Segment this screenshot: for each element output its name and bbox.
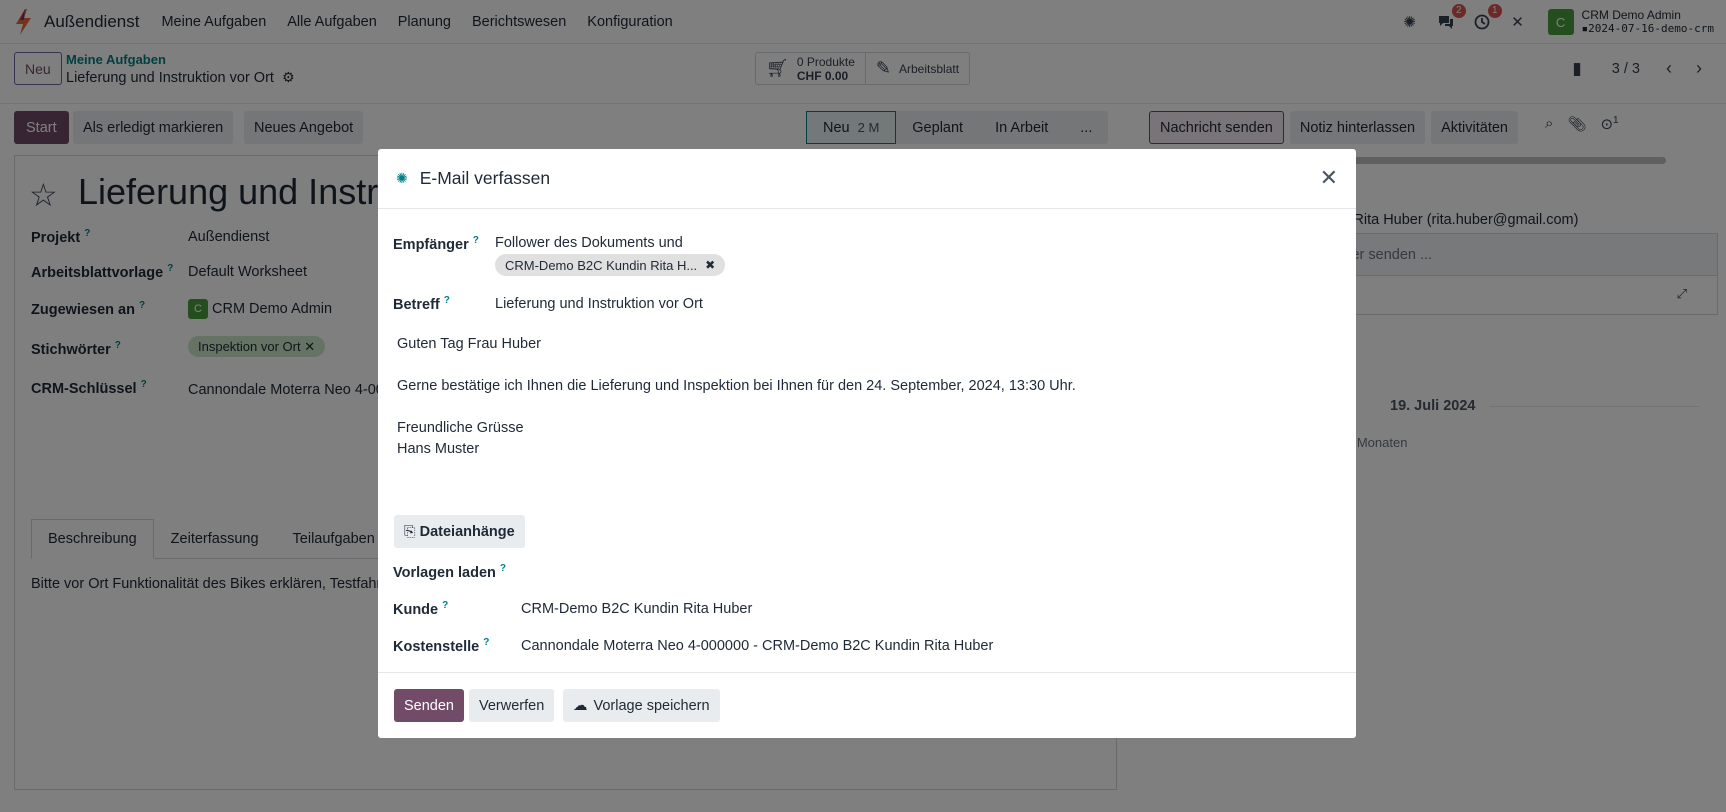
email-body-editor[interactable] — [393, 325, 1343, 505]
customer-label: Kunde ? — [393, 600, 449, 618]
attachments-button[interactable]: ⎘ Dateianhänge — [394, 515, 525, 548]
cost-center-value[interactable]: Cannondale Moterra Neo 4-000000 - CRM-De… — [521, 638, 993, 654]
recipients-text: Follower des Dokuments und — [495, 235, 683, 251]
subject-input[interactable]: Lieferung und Instruktion vor Ort — [495, 296, 703, 312]
body-signature: Hans Muster — [397, 441, 480, 457]
send-button[interactable]: Senden — [394, 689, 464, 722]
templates-label[interactable]: Vorlagen laden ? — [393, 563, 506, 581]
subject-label: Betreff ? — [393, 295, 450, 313]
body-closing: Freundliche Grüsse — [397, 420, 524, 436]
bug-icon: ✺ — [396, 170, 408, 186]
body-greeting: Guten Tag Frau Huber — [397, 336, 542, 352]
close-icon[interactable]: ✕ — [1320, 165, 1338, 191]
dialog-footer: Senden Verwerfen ☁ Vorlage speichern — [378, 672, 1356, 738]
remove-recipient-icon[interactable]: ✖ — [705, 258, 715, 272]
save-template-button[interactable]: ☁ Vorlage speichern — [563, 689, 720, 722]
dialog-header: ✺ E-Mail verfassen ✕ — [378, 149, 1356, 209]
customer-value[interactable]: CRM-Demo B2C Kundin Rita Huber — [521, 601, 752, 617]
email-compose-dialog: ✺ E-Mail verfassen ✕ Empfänger ? Followe… — [378, 149, 1356, 738]
dialog-title: E-Mail verfassen — [419, 168, 551, 188]
cost-center-label: Kostenstelle ? — [393, 637, 490, 655]
recipients-label: Empfänger ? — [393, 235, 479, 253]
body-line: Gerne bestätige ich Ihnen die Lieferung … — [397, 378, 1076, 394]
discard-button[interactable]: Verwerfen — [469, 689, 555, 722]
cloud-upload-icon: ☁ — [573, 697, 588, 714]
recipient-tag[interactable]: CRM-Demo B2C Kundin Rita H... ✖ — [495, 254, 726, 276]
paperclip-icon: ⎘ — [404, 523, 416, 540]
